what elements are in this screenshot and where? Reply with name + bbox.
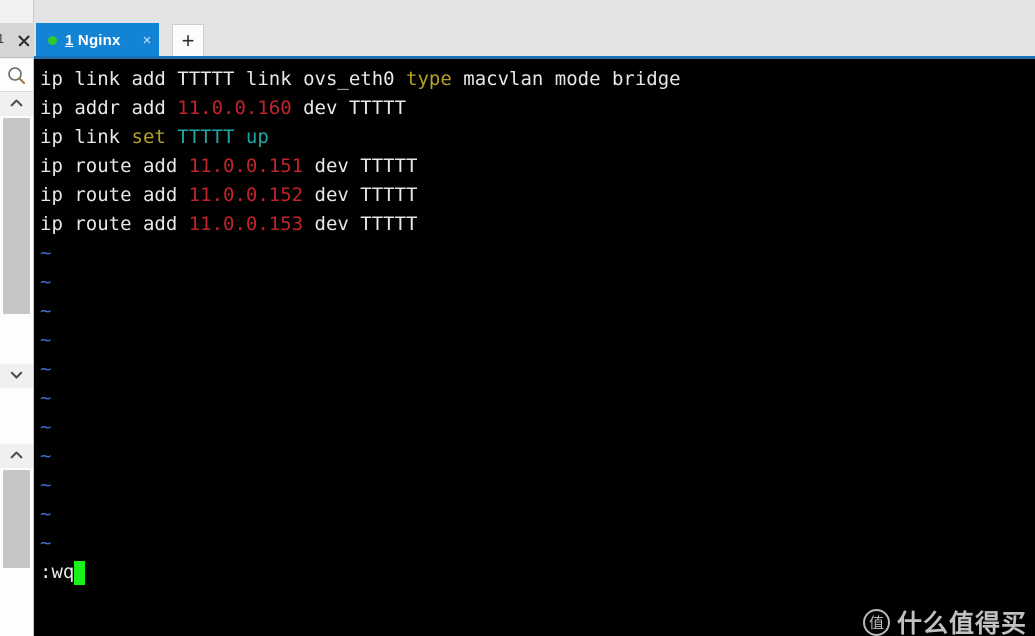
close-icon[interactable] [16,33,31,48]
terminal-pane[interactable]: ip link add TTTTT link ovs_eth0 type mac… [34,59,1035,636]
search-button[interactable] [0,59,33,92]
terminal-text-segment: ip addr add [40,97,178,119]
terminal-text-segment: dev TTTTT [291,97,407,119]
tab-status-dot-icon [48,36,57,45]
terminal-empty-line-marker: ~ [40,532,52,554]
terminal-text-segment: ip route add [40,213,189,235]
terminal-text-segment: ip route add [40,155,189,177]
chevron-down-icon [10,372,23,380]
terminal-empty-line-marker: ~ [40,329,52,351]
terminal-text-segment: ip link add TTTTT link ovs_eth0 [40,68,407,90]
terminal-text-segment: set [131,126,166,148]
terminal-text-segment: 11.0.0.153 [188,213,304,235]
terminal-line: ip link add TTTTT link ovs_eth0 type mac… [40,65,1035,94]
terminal-text-segment: 11.0.0.151 [188,155,304,177]
terminal-text-segment: type [406,68,452,90]
left-rail: 1 [0,0,34,636]
terminal-line: ip route add 11.0.0.152 dev TTTTT [40,181,1035,210]
terminal-line: ip addr add 11.0.0.160 dev TTTTT [40,94,1035,123]
scroll-down-button[interactable] [0,364,33,388]
terminal-line: ip route add 11.0.0.151 dev TTTTT [40,152,1035,181]
scrollbar-lower[interactable] [0,412,33,636]
terminal-empty-line-marker: ~ [40,503,52,525]
terminal-text-segment: TTTTT up [177,126,269,148]
terminal-cursor [74,560,86,585]
terminal-text-segment: dev TTTTT [303,184,418,206]
terminal-line: ip route add 11.0.0.153 dev TTTTT [40,210,1035,239]
terminal-empty-line-marker: ~ [40,474,52,496]
scroll-up-button-2[interactable] [0,444,33,468]
tab-number: 1 [65,32,74,49]
terminal-empty-line-marker: ~ [40,416,52,438]
terminal-text-segment: 11.0.0.152 [188,184,304,206]
terminal-text-body: ip link add TTTTT link ovs_eth0 type mac… [40,65,1035,558]
partial-tab-stub[interactable]: 1 [0,23,34,58]
terminal-text-segment: macvlan mode bridge [451,68,681,90]
terminal-text-segment: 11.0.0.160 [177,97,292,119]
scroll-thumb-upper[interactable] [3,118,30,314]
chevron-up-icon [10,100,23,108]
terminal-empty-line-marker: ~ [40,358,52,380]
terminal-empty-line-marker: ~ [40,300,52,322]
terminal-text-segment: ip link [40,126,132,148]
terminal-text-segment: ip route add [40,184,189,206]
terminal-text-segment: dev TTTTT [303,213,418,235]
terminal-empty-line-marker: ~ [40,271,52,293]
terminal-text-segment: dev TTTTT [303,155,418,177]
chevron-up-icon [10,452,23,460]
tab-name: Nginx [73,32,121,49]
terminal-empty-line-marker: ~ [40,387,52,409]
tab-bar: 1 Nginx × + [34,23,1035,58]
partial-tab-label: 1 [0,31,5,46]
tab-title: 1 Nginx [65,32,121,49]
vim-command-text: :wq [40,561,75,583]
search-icon [8,66,26,84]
scrollbar-upper[interactable] [0,92,33,412]
terminal-empty-line-marker: ~ [40,445,52,467]
tab-close-icon[interactable]: × [143,33,152,48]
terminal-line: ip link set TTTTT up [40,123,1035,152]
terminal-empty-line-marker: ~ [40,242,52,264]
scroll-thumb-lower[interactable] [3,470,30,568]
new-tab-button[interactable]: + [172,24,204,57]
app-window: 1 1 Nginx × + ip link add TTTTT link ovs… [0,0,1035,636]
scroll-up-button[interactable] [0,92,33,116]
tab-nginx[interactable]: 1 Nginx × [36,23,160,58]
vim-status-line: :wq [40,558,1035,587]
